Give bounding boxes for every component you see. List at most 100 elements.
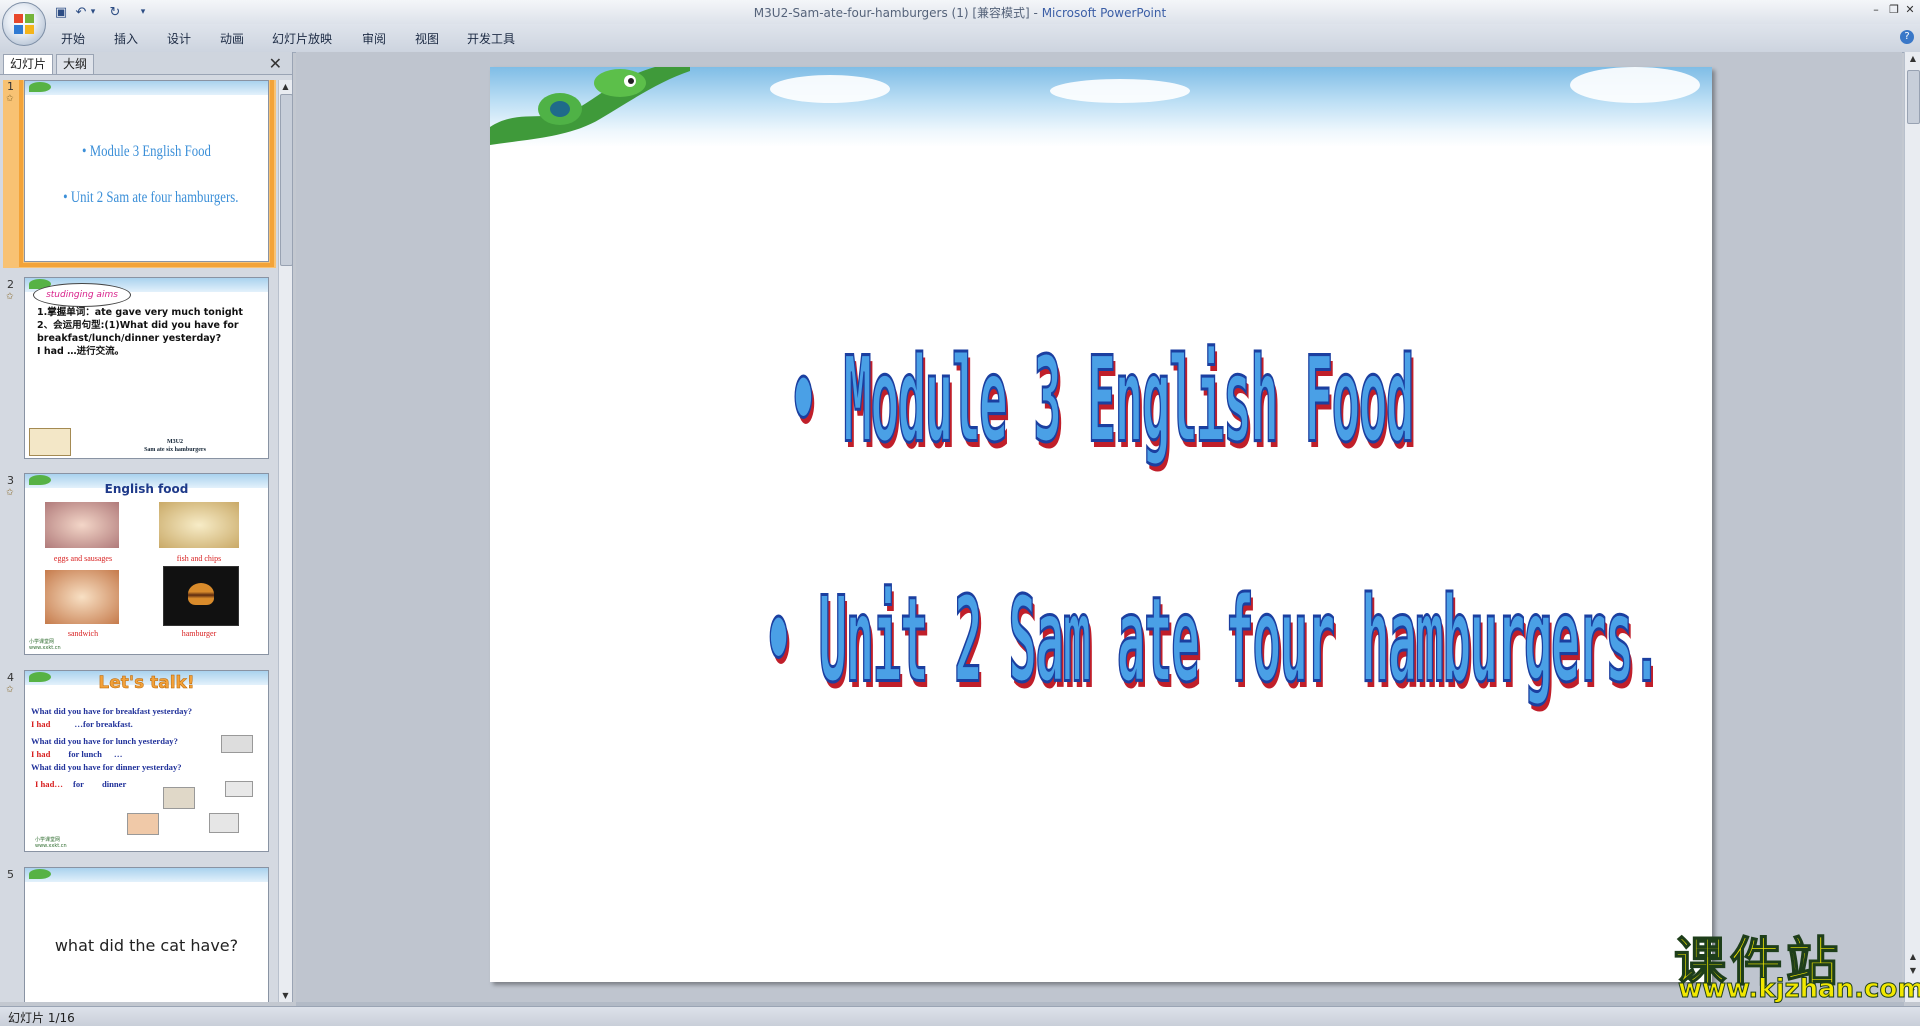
site-logo-url: www.xxkt.cn xyxy=(35,843,67,849)
hamburger-image xyxy=(163,566,239,626)
tab-animations[interactable]: 动画 xyxy=(220,30,244,47)
current-slide[interactable]: • Module 3 English Food • Unit 2 Sam ate… xyxy=(490,67,1712,982)
scroll-up-icon[interactable]: ▲ xyxy=(279,80,292,93)
scroll-down-icon[interactable]: ▼ xyxy=(279,989,292,1002)
aims-cloud: studinging aims xyxy=(33,283,131,307)
slide-number: 5 xyxy=(7,868,14,881)
thumb-answer-row: I had …for breakfast. xyxy=(31,718,263,731)
food-image xyxy=(163,787,195,809)
animation-star-icon: ✩ xyxy=(6,488,14,498)
tab-developer[interactable]: 开发工具 xyxy=(467,30,515,47)
help-icon[interactable]: ? xyxy=(1900,30,1914,44)
title-text: • Module 3 English Food xyxy=(788,329,1414,470)
thumb-heading: Let's talk! xyxy=(98,673,195,694)
animation-star-icon: ✩ xyxy=(6,685,14,695)
thumb-title-line: • Unit 2 Sam ate four hamburgers. xyxy=(63,189,239,206)
book-image xyxy=(29,428,71,456)
thumb-answer: … xyxy=(113,749,123,759)
eggs-image xyxy=(45,502,119,548)
title-bar: ▣ ↶ ▾ ↻ ▾ M3U2-Sam-ate-four-hamburgers (… xyxy=(0,0,1920,24)
thumb-answer: …for breakfast. xyxy=(74,719,133,729)
thumb-answer: I had xyxy=(31,719,51,729)
chips-image xyxy=(159,502,239,548)
slide-thumbnail-2[interactable]: studinging aims 1.掌握单词：ate gave very muc… xyxy=(24,277,269,459)
thumb-caption: hamburger xyxy=(181,629,217,638)
food-image xyxy=(209,813,239,833)
thumb-question: What did you have for breakfast yesterda… xyxy=(31,706,193,716)
slide-title-line-1[interactable]: • Module 3 English Food xyxy=(490,329,1712,470)
tab-insert[interactable]: 插入 xyxy=(114,30,138,47)
document-title: M3U2-Sam-ate-four-hamburgers (1) [兼容模式] … xyxy=(753,6,1042,20)
close-panel-icon[interactable]: ✕ xyxy=(269,54,282,73)
minimize-button[interactable]: – xyxy=(1866,2,1886,18)
close-button[interactable]: ✕ xyxy=(1900,2,1920,18)
thumbnail-scrollbar[interactable]: ▲ ▼ xyxy=(278,80,293,1002)
cloud-shape xyxy=(1050,79,1190,103)
tab-review[interactable]: 审阅 xyxy=(362,30,386,47)
cloud-shape xyxy=(770,75,890,103)
slide-counter: 幻灯片 1/16 xyxy=(8,1011,75,1025)
thumb-question: What did you have for dinner yesterday? xyxy=(31,762,182,772)
title-text: • Unit 2 Sam ate four hamburgers. xyxy=(764,569,1662,710)
watermark-logo: 课件站 www.kjzhan.com xyxy=(1666,920,1920,1004)
tab-home[interactable]: 开始 xyxy=(61,30,85,47)
slide-number: 3 xyxy=(7,474,14,487)
thumb-footer: M3U2 Sam ate six hamburgers xyxy=(125,438,225,454)
thumb-text-line: 2、会运用句型:(1)What did you have for xyxy=(37,320,239,331)
thumb-answer: dinner xyxy=(101,779,127,789)
leaf-decoration-icon xyxy=(490,67,690,145)
thumb-banner xyxy=(25,81,268,95)
site-logo: 小学课堂网 www.xxkt.cn xyxy=(35,837,85,849)
ribbon-tabs: 开始 插入 设计 动画 幻灯片放映 审阅 视图 开发工具 ? xyxy=(0,24,1920,53)
slide-number: 2 xyxy=(7,278,14,291)
animation-star-icon: ✩ xyxy=(6,94,14,104)
status-bar: 幻灯片 1/16 xyxy=(0,1006,1920,1026)
thumb-footer-line: M3U2 xyxy=(167,439,183,445)
thumb-answer: I had… xyxy=(35,779,63,789)
scroll-up-icon[interactable]: ▲ xyxy=(1905,950,1920,963)
thumb-caption: eggs and sausages xyxy=(53,554,113,563)
site-logo-url: www.xxkt.cn xyxy=(29,645,61,651)
scrollbar-thumb[interactable] xyxy=(280,94,293,266)
slide-thumbnail-1[interactable]: • Module 3 English Food • Unit 2 Sam ate… xyxy=(19,80,274,267)
slides-panel: 幻灯片 大纲 ✕ 1 ✩ • Module 3 English Food • U… xyxy=(0,52,293,1002)
window-title: M3U2-Sam-ate-four-hamburgers (1) [兼容模式] … xyxy=(0,4,1920,21)
thumb-body-text: what did the cat have? xyxy=(54,936,239,955)
thumb-footer-line: Sam ate six hamburgers xyxy=(144,447,206,453)
slide-thumbnail-5[interactable]: what did the cat have? xyxy=(24,867,269,1002)
scroll-up-icon[interactable]: ▲ xyxy=(1905,52,1920,65)
thumb-answer: for xyxy=(72,779,84,789)
panel-tabs: 幻灯片 大纲 ✕ xyxy=(0,52,292,75)
tab-outline[interactable]: 大纲 xyxy=(56,54,95,74)
slide-thumbnail-3[interactable]: English food eggs and sausages fish and … xyxy=(24,473,269,655)
thumb-answer: for lunch xyxy=(68,749,102,759)
thumb-title-line: • Module 3 English Food xyxy=(82,143,211,160)
tab-slides[interactable]: 幻灯片 xyxy=(3,54,54,74)
office-button[interactable] xyxy=(2,2,46,46)
app-name: Microsoft PowerPoint xyxy=(1041,6,1167,20)
thumb-text-line: breakfast/lunch/dinner yesterday? xyxy=(37,333,222,344)
leaf-icon xyxy=(29,82,51,92)
slide-thumbnail-4[interactable]: Let's talk! What did you have for breakf… xyxy=(24,670,269,852)
slide-scrollbar[interactable]: ▲ ▲ ▼ ⇓ xyxy=(1904,52,1920,1002)
thumb-heading: English food xyxy=(104,482,189,496)
thumb-answer: I had xyxy=(31,749,51,759)
thumb-caption: fish and chips xyxy=(176,554,222,563)
slide-number: 4 xyxy=(7,671,14,684)
thumb-text-line: 1.掌握单词：ate gave very much tonight xyxy=(37,307,243,318)
slide-thumbnails: 1 ✩ • Module 3 English Food • Unit 2 Sam… xyxy=(0,80,278,1002)
tab-slideshow[interactable]: 幻灯片放映 xyxy=(272,30,332,47)
site-logo: 小学课堂网 www.xxkt.cn xyxy=(29,639,79,651)
tab-design[interactable]: 设计 xyxy=(167,30,191,47)
thumb-text-line: I had …进行交流。 xyxy=(37,346,125,357)
food-image xyxy=(221,735,253,753)
office-logo-icon xyxy=(14,14,34,34)
slide-title-line-2[interactable]: • Unit 2 Sam ate four hamburgers. xyxy=(490,569,1712,710)
tab-view[interactable]: 视图 xyxy=(415,30,439,47)
watermark-url: www.kjzhan.com xyxy=(1677,974,1920,1005)
cloud-shape xyxy=(1570,67,1700,103)
scrollbar-thumb[interactable] xyxy=(1907,70,1920,124)
food-image xyxy=(225,781,253,797)
sandwich-image xyxy=(45,570,119,624)
leaf-icon xyxy=(29,869,51,879)
